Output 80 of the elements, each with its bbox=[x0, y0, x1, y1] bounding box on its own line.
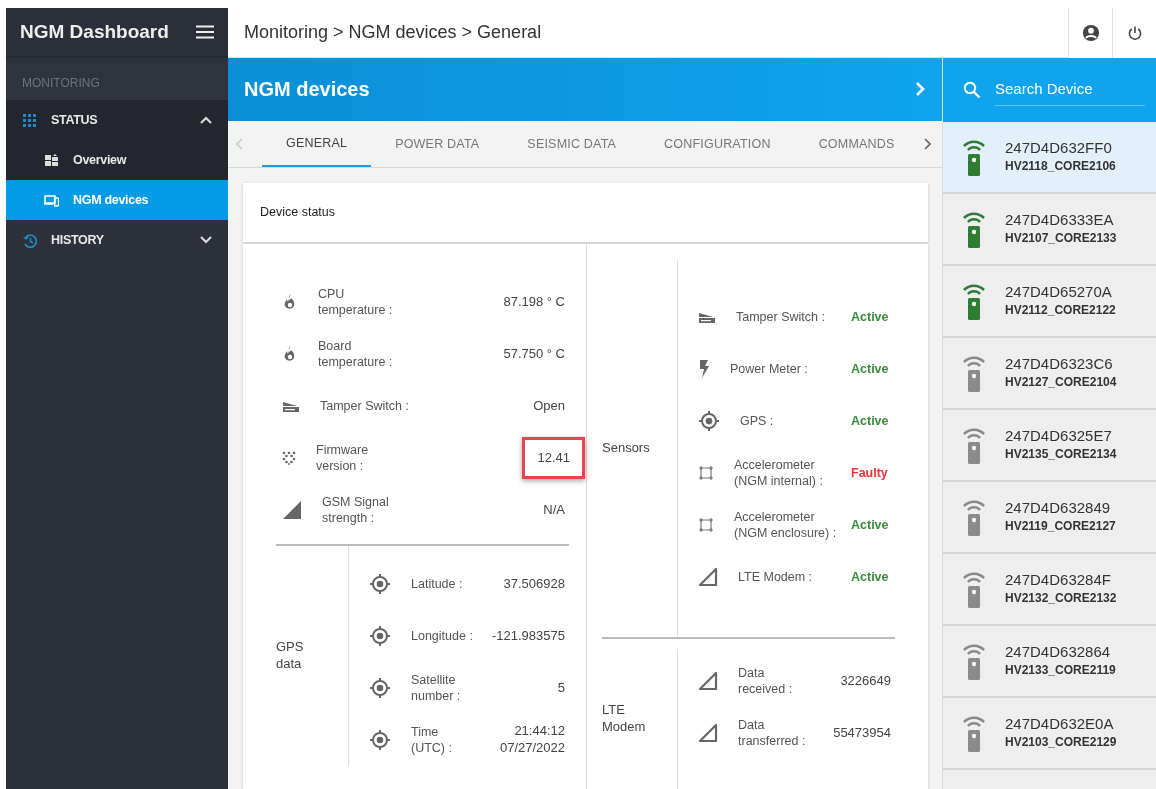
field-label: GPS : bbox=[740, 412, 774, 430]
section-label: GPS data bbox=[276, 638, 305, 673]
target-icon bbox=[369, 573, 391, 595]
field-label: Time (UTC) : bbox=[411, 723, 452, 757]
field-label: Data received : bbox=[738, 664, 793, 698]
field-label: Longitude : bbox=[411, 627, 473, 645]
field-label: Power Meter : bbox=[730, 360, 808, 378]
tab[interactable]: COMMANDS bbox=[794, 121, 919, 168]
chevron-down-icon bbox=[200, 236, 212, 244]
field-value: N/A bbox=[542, 500, 566, 519]
tab[interactable]: POWER DATA bbox=[371, 121, 504, 168]
field-label: Accelerometer (NGM internal) : bbox=[734, 456, 823, 490]
breadcrumb: Monitoring > NGM devices > General bbox=[243, 21, 543, 44]
history-icon bbox=[22, 232, 37, 248]
section-label: LTE Modem bbox=[602, 701, 647, 736]
field-label: Board temperature : bbox=[318, 337, 393, 371]
status-value: Active bbox=[851, 412, 890, 430]
target-icon bbox=[369, 729, 391, 751]
search-icon bbox=[963, 81, 981, 99]
field-value: Open bbox=[532, 396, 566, 415]
signal-outline-icon bbox=[698, 671, 718, 691]
tab[interactable]: CONFIGURATION bbox=[640, 121, 795, 168]
field-label: Data transferred : bbox=[738, 716, 806, 750]
field-value: 3226649 bbox=[839, 671, 892, 690]
status-value: Active bbox=[851, 516, 890, 534]
menu-icon[interactable] bbox=[196, 25, 214, 39]
field-value: 37.506928 bbox=[502, 574, 566, 593]
field-label: Tamper Switch : bbox=[320, 397, 409, 415]
signal-icon bbox=[282, 500, 302, 520]
lightning-icon bbox=[698, 360, 710, 378]
tamper-switch-icon bbox=[698, 310, 716, 324]
status-value: Active bbox=[851, 360, 890, 378]
dotted-square-icon bbox=[282, 451, 296, 465]
target-icon bbox=[369, 677, 391, 699]
account-button[interactable] bbox=[1068, 7, 1112, 58]
tab[interactable]: GENERAL bbox=[262, 121, 372, 168]
app-title: NGM Dashboard bbox=[20, 19, 169, 44]
power-button[interactable] bbox=[1112, 7, 1156, 58]
field-value: 57.750 ° C bbox=[502, 344, 566, 363]
field-label: Accelerometer (NGM enclosure) : bbox=[734, 508, 837, 542]
status-value: Active bbox=[851, 308, 890, 326]
target-icon bbox=[369, 625, 391, 647]
card-title: Device status bbox=[243, 183, 928, 242]
field-value: 87.198 ° C bbox=[502, 292, 566, 311]
devices-icon bbox=[44, 192, 59, 208]
chevron-right-icon[interactable] bbox=[914, 81, 926, 98]
status-value: Faulty bbox=[851, 464, 889, 482]
field-value: 5 bbox=[556, 678, 566, 697]
device-item[interactable]: 247D4D632FF0 HV2118_CORE2106 bbox=[943, 122, 1156, 194]
grid-icon bbox=[22, 112, 37, 128]
status-value: Active bbox=[851, 568, 890, 586]
sidebar-item[interactable]: STATUS bbox=[6, 100, 228, 140]
page-title: NGM devices bbox=[244, 77, 370, 103]
tab[interactable]: SEISMIC DATA bbox=[503, 121, 641, 168]
user-icon bbox=[1081, 23, 1100, 42]
section-label: Sensors bbox=[602, 439, 651, 458]
dashboard-icon bbox=[44, 152, 59, 168]
field-label: Tamper Switch : bbox=[736, 308, 825, 326]
chevron-right-icon[interactable] bbox=[922, 138, 931, 151]
search-bar[interactable]: Search Device bbox=[943, 58, 1156, 122]
sidebar-item[interactable]: Overview bbox=[6, 140, 228, 180]
sensor-icon bbox=[698, 517, 714, 533]
field-label: Satellite number : bbox=[411, 671, 461, 705]
field-value: 55473954 bbox=[832, 723, 892, 742]
target-icon bbox=[698, 410, 720, 432]
signal-outline-icon bbox=[698, 723, 718, 743]
tamper-switch-icon bbox=[282, 399, 300, 413]
highlighted-value: 12.41 bbox=[522, 436, 585, 480]
field-label: Latitude : bbox=[411, 575, 463, 593]
sensor-icon bbox=[698, 465, 714, 481]
field-label: Firmware version : bbox=[316, 441, 369, 475]
field-label: CPU temperature : bbox=[318, 285, 393, 319]
search-field[interactable]: Search Device bbox=[995, 74, 1145, 106]
power-icon bbox=[1126, 24, 1143, 41]
signal-outline-icon bbox=[698, 567, 718, 587]
field-label: GSM Signal strength : bbox=[322, 493, 389, 527]
field-label: LTE Modem : bbox=[738, 568, 813, 586]
field-value: 21:44:12 07/27/2022 bbox=[498, 722, 566, 757]
field-value: -121.983575 bbox=[491, 626, 566, 645]
chevron-up-icon bbox=[200, 116, 212, 124]
